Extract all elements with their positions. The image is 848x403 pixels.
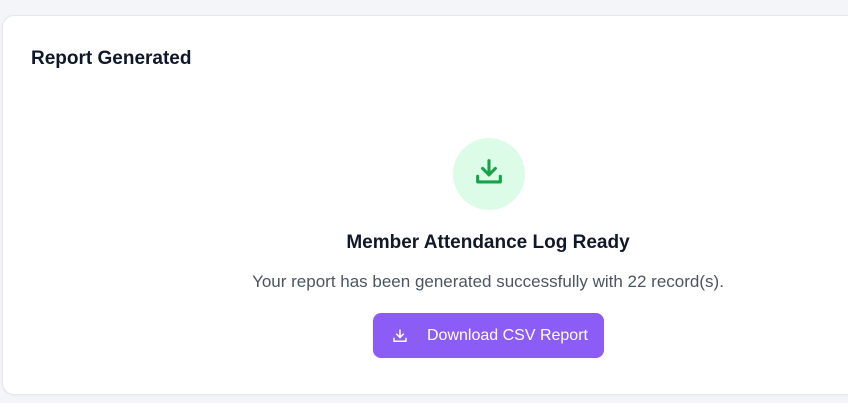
download-csv-button[interactable]: Download CSV Report — [373, 313, 604, 358]
download-button-label: Download CSV Report — [427, 326, 588, 344]
card-title: Report Generated — [31, 48, 192, 69]
report-card: Report Generated Member Attendance Log R… — [2, 15, 848, 395]
success-icon-badge — [453, 138, 525, 210]
download-icon — [391, 327, 409, 345]
report-ready-headline: Member Attendance Log Ready — [346, 232, 630, 253]
download-icon — [472, 155, 506, 194]
report-success-message: Your report has been generated successfu… — [252, 272, 724, 291]
